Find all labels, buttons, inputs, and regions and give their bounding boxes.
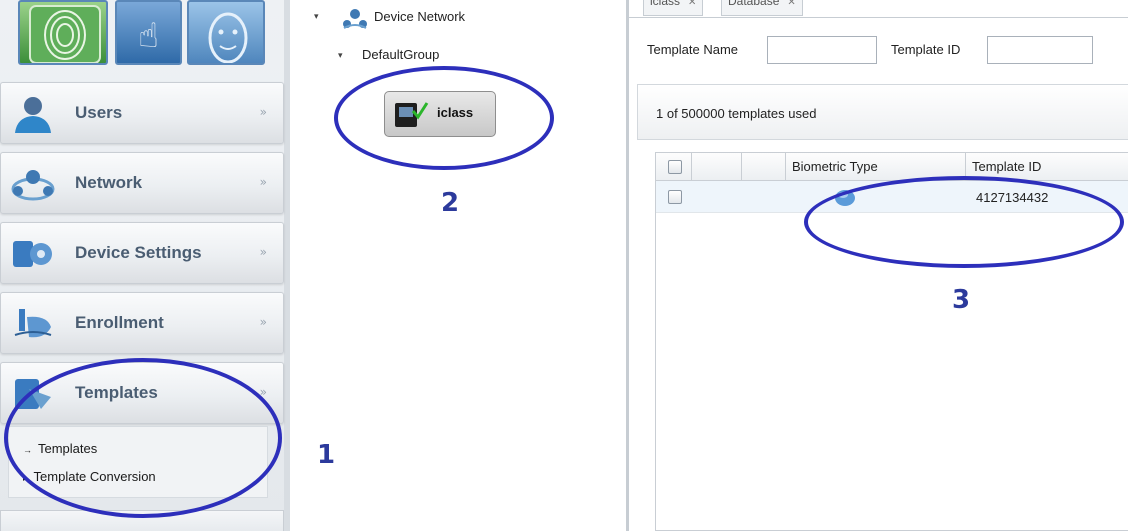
tree-node-default-group[interactable]: DefaultGroup [362, 47, 439, 62]
collapse-toggle-icon[interactable]: ▾ [314, 12, 319, 22]
tab-label: iclass [650, 0, 681, 8]
arrow-right-icon: ▸ [23, 473, 28, 483]
templates-icon [15, 379, 51, 409]
submenu-item-template-conversion[interactable]: ▸ Template Conversion [23, 469, 156, 484]
column-header-template-id[interactable]: Template ID [966, 153, 1128, 181]
nav-device-settings[interactable]: Device Settings » [0, 222, 284, 284]
chevron-down-icon: » [259, 245, 267, 259]
enrollment-icon [14, 309, 52, 338]
nav-templates-label: Templates [75, 383, 158, 402]
annotation-number-2: 2 [441, 188, 460, 218]
annotation-number-1: 1 [317, 440, 336, 470]
arrow-right-icon: → [23, 445, 32, 455]
device-tree: ▾ Device Network ▾ DefaultGroup iclass [296, 0, 626, 531]
close-icon[interactable]: ✕ [787, 0, 795, 8]
column-header-biometric-type[interactable]: Biometric Type [786, 153, 966, 181]
row-checkbox[interactable] [668, 190, 682, 204]
annotation-number-3: 3 [952, 285, 971, 315]
device-settings-icon [13, 241, 52, 267]
submenu-item-label: Templates [38, 441, 98, 456]
fingerprint-icon [29, 5, 101, 63]
tree-node-device-network[interactable]: Device Network [374, 9, 465, 24]
face-icon [208, 12, 248, 63]
templates-grid: Biometric Type Template ID 4127134432 [655, 152, 1128, 531]
nav-enrollment[interactable]: Enrollment » [0, 292, 284, 354]
app-window: ☝ Users » Network » Device Settings » En… [0, 0, 1128, 531]
user-icon [15, 97, 51, 133]
chevron-down-icon: » [259, 105, 267, 119]
device-network-icon [343, 9, 367, 29]
template-id-input[interactable] [987, 36, 1093, 64]
submenu-item-templates[interactable]: → Templates [23, 441, 97, 456]
tab-database[interactable]: Database ✕ [721, 0, 803, 16]
nav-users[interactable]: Users » [0, 82, 284, 144]
device-label: iclass [437, 105, 474, 120]
nav-device-settings-label: Device Settings [75, 243, 202, 262]
templates-submenu: → Templates ▸ Template Conversion [8, 426, 268, 498]
tab-label: Database [728, 0, 780, 8]
templates-used-text: 1 of 500000 templates used [656, 106, 817, 121]
column-header[interactable] [692, 153, 742, 181]
touch-tile[interactable]: ☝ [115, 0, 182, 65]
collapse-toggle-icon[interactable]: ▾ [338, 51, 343, 61]
chevron-down-icon: » [259, 385, 267, 399]
nav-item-next[interactable] [0, 510, 284, 531]
select-all-checkbox[interactable] [668, 160, 682, 174]
close-icon[interactable]: ✕ [688, 0, 696, 8]
face-tile[interactable] [187, 0, 265, 65]
tab-strip: iclass ✕ Database ✕ [629, 0, 1128, 18]
template-id-label: Template ID [891, 42, 961, 57]
chevron-down-icon: » [259, 175, 267, 189]
template-name-label: Template Name [647, 42, 739, 57]
fingerprint-template-icon [835, 190, 855, 206]
tab-iclass[interactable]: iclass ✕ [643, 0, 704, 16]
reader-device-icon [395, 102, 429, 127]
template-id-cell: 4127134432 [976, 190, 1049, 205]
nav-templates[interactable]: Templates » [0, 362, 284, 424]
table-row[interactable]: 4127134432 [656, 181, 1128, 213]
device-node-iclass[interactable]: iclass [384, 91, 496, 137]
nav-enrollment-label: Enrollment [75, 313, 164, 332]
template-content-panel: iclass ✕ Database ✕ Template Name Template… [626, 0, 1128, 531]
nav-network-label: Network [75, 173, 143, 192]
fingerprint-tile[interactable] [18, 0, 108, 65]
submenu-item-label: Template Conversion [33, 469, 156, 484]
navigation-panel: ☝ Users » Network » Device Settings » En… [0, 0, 290, 531]
column-header[interactable] [742, 153, 786, 181]
template-name-input[interactable] [767, 36, 877, 64]
grid-header: Biometric Type Template ID [656, 153, 1128, 181]
nav-network[interactable]: Network » [0, 152, 284, 214]
status-bar: 1 of 500000 templates used [637, 84, 1128, 140]
column-select [656, 153, 692, 181]
chevron-down-icon: » [259, 315, 267, 329]
network-icon [11, 170, 55, 201]
touch-hand-icon: ☝ [138, 16, 159, 56]
nav-users-label: Users [75, 103, 123, 122]
